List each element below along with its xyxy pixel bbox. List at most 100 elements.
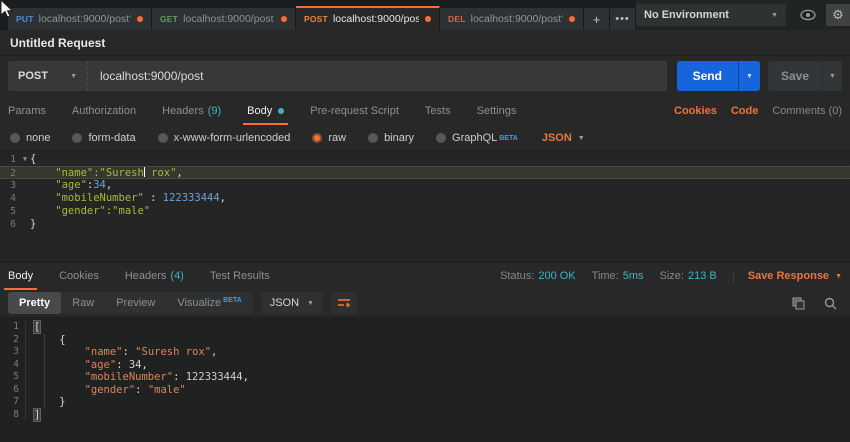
code-link[interactable]: Code xyxy=(731,105,759,117)
save-button[interactable]: Save xyxy=(768,61,822,91)
view-raw[interactable]: Raw xyxy=(61,292,105,314)
radio-icon xyxy=(436,133,446,143)
copy-icon xyxy=(792,297,805,310)
code-token: "mobileNumber" xyxy=(30,192,144,204)
response-tab-test-results[interactable]: Test Results xyxy=(210,261,270,291)
method-label: POST xyxy=(18,70,70,82)
send-options-button[interactable]: ▼ xyxy=(738,61,760,91)
editor-line: 3 "name": "Suresh rox", xyxy=(0,346,850,359)
status-meta: Status: 200 OK xyxy=(500,270,576,282)
bodytype-graphql[interactable]: GraphQL BETA xyxy=(436,132,518,144)
line-number: 1 xyxy=(0,153,20,166)
bodytype-urlencoded[interactable]: x-www-form-urlencoded xyxy=(158,132,291,144)
code-token: : xyxy=(123,346,136,358)
tab-params[interactable]: Params xyxy=(8,96,46,126)
response-body-viewer[interactable]: 1 [ 2 { 3 "name": "Suresh rox", 4 "age":… xyxy=(0,317,850,442)
save-options-button[interactable]: ▼ xyxy=(822,61,842,91)
editor-line: 7 } xyxy=(0,396,850,409)
comments-link[interactable]: Comments (0) xyxy=(772,105,842,117)
cookies-link[interactable]: Cookies xyxy=(674,105,717,117)
editor-line: 8 ] xyxy=(0,409,850,422)
bodytype-form-data[interactable]: form-data xyxy=(72,132,135,144)
tab-prerequest-script[interactable]: Pre-request Script xyxy=(310,96,399,126)
line-number: 6 xyxy=(0,218,20,231)
size-label: Size: xyxy=(660,270,684,282)
fold-chevron-icon[interactable]: ▼ xyxy=(20,153,30,166)
line-number: 7 xyxy=(0,396,26,409)
tab-del-request[interactable]: DEL localhost:9000/post?id=1 xyxy=(440,8,584,30)
tab-settings[interactable]: Settings xyxy=(477,96,517,126)
url-input[interactable]: localhost:9000/post xyxy=(88,61,667,91)
response-tab-cookies[interactable]: Cookies xyxy=(59,261,99,291)
chevron-down-icon: ▼ xyxy=(578,135,585,142)
bodytype-none[interactable]: none xyxy=(10,132,50,144)
new-tab-button[interactable]: + xyxy=(584,8,610,30)
response-toolbar: Pretty Raw Preview Visualize BETA JSON ▼ xyxy=(0,289,850,317)
editor-line: 3 "age":34, xyxy=(0,179,850,192)
editor-line: 5 "mobileNumber": 122333444, xyxy=(0,371,850,384)
line-number: 5 xyxy=(0,205,20,218)
code-token: , xyxy=(243,371,249,383)
time-meta: Time: 5ms xyxy=(592,270,644,282)
code-token: "gender" xyxy=(34,384,135,396)
copy-response-button[interactable] xyxy=(786,292,810,314)
code-token: , xyxy=(220,192,226,204)
tab-url: localhost:9000/post xyxy=(333,13,419,25)
tab-method-del: DEL xyxy=(448,14,466,24)
request-title-bar: Untitled Request xyxy=(0,30,850,56)
tab-authorization[interactable]: Authorization xyxy=(72,96,136,126)
tab-get-request[interactable]: GET localhost:9000/post xyxy=(152,8,296,30)
settings-button[interactable]: ⚙ xyxy=(826,4,850,26)
send-button[interactable]: Send xyxy=(677,61,738,91)
response-tab-headers[interactable]: Headers (4) xyxy=(125,261,184,291)
status-value: 200 OK xyxy=(538,270,575,282)
body-type-selector: none form-data x-www-form-urlencoded raw… xyxy=(0,126,850,150)
radio-icon xyxy=(368,133,378,143)
response-section-tabs: Body Cookies Headers (4) Test Results St… xyxy=(0,262,850,289)
gear-icon: ⚙ xyxy=(832,7,844,23)
radio-icon xyxy=(72,133,82,143)
tab-headers[interactable]: Headers (9) xyxy=(162,96,221,126)
environment-quicklook-button[interactable] xyxy=(796,4,820,26)
save-response-button[interactable]: Save Response ▼ xyxy=(748,270,842,282)
tab-label: Body xyxy=(8,270,33,282)
request-body-editor[interactable]: 1 ▼ { 2 "name":"Suresh rox", 3 "age":34,… xyxy=(0,150,850,262)
size-value: 213 B xyxy=(688,270,717,282)
tab-url: localhost:9000/post?id=1 xyxy=(471,13,563,25)
view-preview[interactable]: Preview xyxy=(105,292,166,314)
send-button-group: Send ▼ xyxy=(677,61,760,91)
bodytype-label: form-data xyxy=(88,132,135,144)
code-token: , xyxy=(142,359,148,371)
code-token: { xyxy=(34,334,66,346)
code-token: , xyxy=(211,346,217,358)
request-section-tabs: Params Authorization Headers (9) Body Pr… xyxy=(0,96,850,126)
unsaved-dot-icon xyxy=(425,16,431,22)
search-response-button[interactable] xyxy=(818,292,842,314)
url-builder: POST ▼ localhost:9000/post Send ▼ Save ▼ xyxy=(0,56,850,96)
tab-tests[interactable]: Tests xyxy=(425,96,451,126)
code-token: rox" xyxy=(145,167,177,179)
tab-put-request[interactable]: PUT localhost:9000/post?id=1 xyxy=(8,8,152,30)
code-token: 122333444 xyxy=(186,371,243,383)
raw-format-selector[interactable]: JSON ▼ xyxy=(542,132,585,144)
wrap-lines-button[interactable] xyxy=(331,292,357,314)
method-selector[interactable]: POST ▼ xyxy=(8,61,88,91)
tab-method-post: POST xyxy=(304,14,328,24)
response-tab-body[interactable]: Body xyxy=(8,261,33,291)
bodytype-raw-selected[interactable]: raw xyxy=(312,132,346,144)
environment-selector[interactable]: No Environment ▼ xyxy=(636,4,786,26)
line-number: 2 xyxy=(0,167,20,178)
view-visualize[interactable]: Visualize BETA xyxy=(166,292,252,314)
request-title: Untitled Request xyxy=(10,36,105,50)
environment-label: No Environment xyxy=(644,9,771,21)
response-format-selector[interactable]: JSON ▼ xyxy=(261,292,323,314)
tab-options-button[interactable]: ••• xyxy=(610,8,636,30)
bodytype-binary[interactable]: binary xyxy=(368,132,414,144)
view-pretty[interactable]: Pretty xyxy=(8,292,61,314)
code-token: , xyxy=(106,179,112,191)
code-token: { xyxy=(30,153,36,165)
chevron-down-icon: ▼ xyxy=(746,73,753,80)
status-label: Status: xyxy=(500,270,534,282)
tab-post-request-active[interactable]: POST localhost:9000/post xyxy=(296,6,440,30)
tab-body[interactable]: Body xyxy=(247,96,284,126)
